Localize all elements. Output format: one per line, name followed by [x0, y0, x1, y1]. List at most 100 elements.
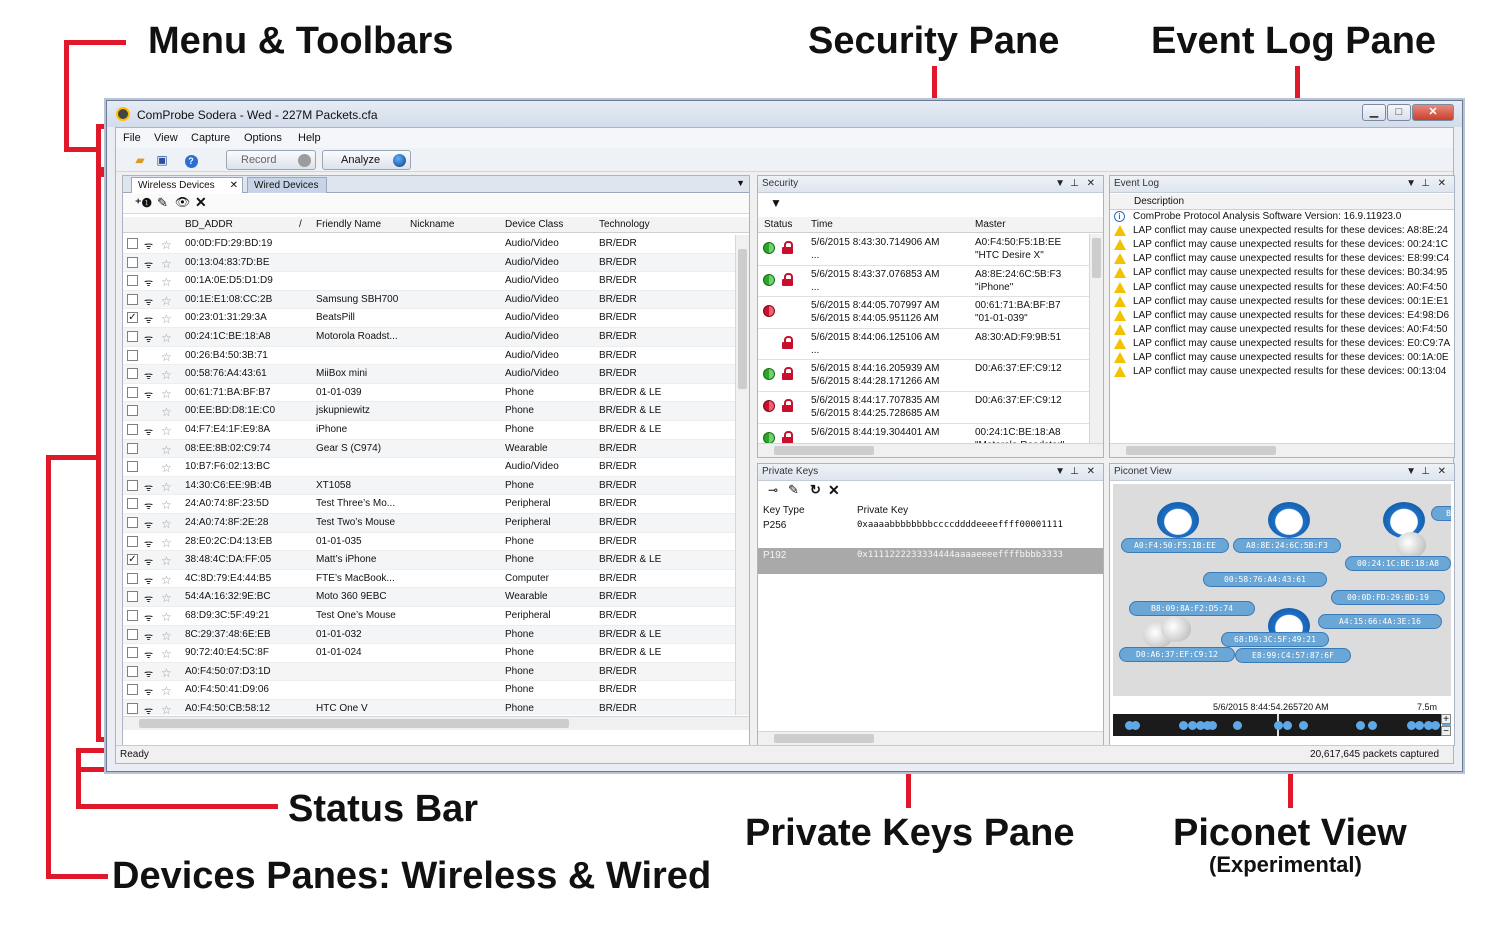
close-pane-icon[interactable]: ✕ [1438, 176, 1446, 192]
table-row[interactable]: ᯤ ☆ 54:4A:16:32:9E:BC Moto 360 9EBC Wearable… [123, 588, 735, 607]
pane-menu-icon[interactable]: ▼ [1055, 464, 1065, 480]
pane-menu-icon[interactable]: ▼ [736, 178, 745, 188]
favorite-star-icon[interactable]: ☆ [161, 275, 172, 289]
row-checkbox[interactable] [127, 349, 138, 361]
row-checkbox[interactable] [127, 665, 138, 677]
favorite-star-icon[interactable]: ☆ [161, 629, 172, 643]
tab-wired-devices[interactable]: Wired Devices [247, 177, 327, 193]
table-row[interactable]: ᯤ ☆ 00:1E:E1:08:CC:2B Samsung SBH700 Audio/V… [123, 290, 735, 310]
device-node-icon[interactable] [1161, 616, 1191, 642]
table-row[interactable]: ᯤ ☆ A0:F4:50:41:D9:06 Phone BR/EDR [123, 681, 735, 700]
master-node-icon[interactable] [1157, 502, 1199, 538]
log-entry[interactable]: LAP conflict may cause unexpected result… [1110, 266, 1454, 280]
pane-menu-icon[interactable]: ▼ [1406, 464, 1416, 480]
piconet-node[interactable]: 00:0D:FD:29:BD:19 [1331, 590, 1445, 605]
log-entry[interactable]: LAP conflict may cause unexpected result… [1110, 295, 1454, 309]
security-row[interactable]: 5/6/2015 8:43:30.714906 AM... A0:F4:50:F5… [758, 234, 1089, 266]
table-row[interactable]: ☆ 10:B7:F6:02:13:BC Audio/Video BR/EDR [123, 458, 735, 477]
row-checkbox[interactable] [127, 610, 138, 621]
favorite-star-icon[interactable]: ☆ [161, 331, 172, 345]
scroll-thumb[interactable] [738, 249, 747, 389]
log-entry[interactable]: i ComProbe Protocol Analysis Software Ver… [1110, 210, 1454, 224]
save-icon[interactable]: ▣ [154, 152, 170, 168]
table-row[interactable]: ᯤ ☆ 00:58:76:A4:43:61 MiiBox mini Audio/Vide… [123, 365, 735, 384]
favorite-star-icon[interactable]: ☆ [161, 238, 172, 252]
favorite-star-icon[interactable]: ☆ [161, 257, 172, 271]
key-row[interactable]: P256 0xaaaabbbbbbbbccccddddeeeeffff00001… [758, 518, 1103, 534]
piconet-node[interactable]: 68:D9:3C:5F:49:21 [1221, 632, 1329, 647]
row-checkbox[interactable] [127, 572, 138, 584]
security-horizontal-scrollbar[interactable] [758, 443, 1103, 457]
row-checkbox[interactable]: ✓ [127, 554, 138, 566]
piconet-node[interactable]: 00:24:1C:BE:18:A8 [1345, 556, 1451, 571]
piconet-node[interactable]: B0 [1431, 506, 1451, 521]
event-log-horizontal-scrollbar[interactable] [1110, 443, 1454, 457]
edit-icon[interactable]: ✎ [157, 195, 168, 211]
row-checkbox[interactable] [127, 386, 138, 398]
table-row[interactable]: ☆ 00:EE:BD:D8:1E:C0 jskupniewitz Phone BR/ED… [123, 402, 735, 421]
col-friendly-name[interactable]: Friendly Name [316, 219, 381, 230]
view-icon[interactable]: 👁 [175, 195, 190, 209]
table-row[interactable]: ᯤ ☆ 8C:29:37:48:6E:EB 01-01-032 Phone BR/EDR … [123, 625, 735, 645]
row-checkbox[interactable] [127, 368, 138, 380]
table-row[interactable]: ᯤ ☆ A0:F4:50:07:D3:1D Phone BR/EDR [123, 662, 735, 682]
col-key-type[interactable]: Key Type [763, 505, 805, 516]
filter-icon[interactable]: ▼ [770, 196, 782, 210]
zoom-in-icon[interactable]: + [1441, 714, 1451, 725]
favorite-star-icon[interactable]: ☆ [161, 368, 172, 382]
close-pane-icon[interactable]: ✕ [1087, 464, 1095, 480]
table-row[interactable]: ᯤ ☆ 4C:8D:79:E4:44:B5 FTE’s MacBook... Compu… [123, 570, 735, 589]
row-checkbox[interactable] [127, 517, 138, 528]
master-node-icon[interactable] [1268, 502, 1310, 538]
menu-file[interactable]: File [123, 132, 141, 144]
menu-help[interactable]: Help [298, 132, 321, 144]
row-checkbox[interactable] [127, 256, 138, 268]
favorite-star-icon[interactable]: ☆ [161, 350, 172, 364]
favorite-star-icon[interactable]: ☆ [161, 703, 172, 715]
zoom-out-icon[interactable]: − [1441, 726, 1451, 737]
menu-capture[interactable]: Capture [191, 132, 230, 144]
close-button[interactable]: ✕ [1412, 104, 1454, 121]
help-icon[interactable]: ? [183, 152, 199, 168]
open-folder-icon[interactable]: ▰ [132, 152, 148, 168]
pin-icon[interactable]: ⊥ [1421, 464, 1430, 480]
row-checkbox[interactable] [127, 647, 138, 659]
col-nickname[interactable]: Nickname [410, 219, 454, 230]
col-device-class[interactable]: Device Class [505, 219, 563, 230]
scroll-thumb[interactable] [774, 734, 874, 743]
favorite-star-icon[interactable]: ☆ [161, 405, 172, 419]
refresh-icon[interactable]: ↻ [810, 482, 821, 498]
table-row[interactable]: ᯤ ☆ 00:13:04:83:7D:BE Audio/Video BR/EDR [123, 253, 735, 273]
timeline-track[interactable] [1113, 714, 1451, 736]
col-master[interactable]: Master [975, 219, 1006, 230]
close-tab-icon[interactable]: ✕ [230, 180, 238, 191]
log-entry[interactable]: LAP conflict may cause unexpected result… [1110, 309, 1454, 323]
piconet-node[interactable]: E8:99:C4:57:87:6F [1235, 648, 1351, 663]
menu-options[interactable]: Options [244, 132, 282, 144]
pin-icon[interactable]: ⊥ [1421, 176, 1430, 192]
row-checkbox[interactable] [127, 424, 138, 435]
favorite-star-icon[interactable]: ☆ [161, 517, 172, 531]
favorite-star-icon[interactable]: ☆ [161, 684, 172, 698]
col-time[interactable]: Time [811, 219, 833, 230]
key-row-selected[interactable]: P192 0x1111222233334444aaaaeeeeffffbbbb3… [758, 548, 1103, 574]
record-button[interactable]: Record [226, 150, 316, 170]
table-row[interactable]: ✓ ᯤ ☆ 00:23:01:31:29:3A BeatsPill Audio/Video… [123, 309, 735, 328]
favorite-star-icon[interactable]: ☆ [161, 647, 172, 661]
favorite-star-icon[interactable]: ☆ [161, 498, 172, 512]
favorite-star-icon[interactable]: ☆ [161, 536, 172, 550]
log-entry[interactable]: LAP conflict may cause unexpected result… [1110, 351, 1454, 365]
table-row[interactable]: ᯤ ☆ 24:A0:74:8F:2E:28 Test Two’s Mouse Perip… [123, 514, 735, 533]
table-row[interactable]: ᯤ ☆ 14:30:C6:EE:9B:4B XT1058 Phone BR/EDR [123, 476, 735, 496]
table-row[interactable]: ✓ ᯤ ☆ 38:48:4C:DA:FF:05 Matt’s iPhone Phone BR… [123, 551, 735, 570]
table-row[interactable]: ᯤ ☆ 68:D9:3C:5F:49:21 Test One’s Mouse Perip… [123, 607, 735, 626]
security-row[interactable]: 5/6/2015 8:44:05.707997 AM 5/6/2015 8:44:… [758, 297, 1089, 329]
scroll-thumb[interactable] [1126, 446, 1276, 455]
table-row[interactable]: ᯤ ☆ 28:E0:2C:D4:13:EB 01-01-035 Phone BR/EDR [123, 533, 735, 552]
piconet-node[interactable]: A0:F4:50:F5:1B:EE [1121, 538, 1229, 553]
favorite-star-icon[interactable]: ☆ [161, 424, 172, 438]
add-device-icon[interactable]: ⁺❶ [135, 196, 152, 210]
favorite-star-icon[interactable]: ☆ [161, 610, 172, 624]
maximize-button[interactable]: □ [1387, 104, 1411, 121]
security-vertical-scrollbar[interactable] [1089, 234, 1103, 443]
